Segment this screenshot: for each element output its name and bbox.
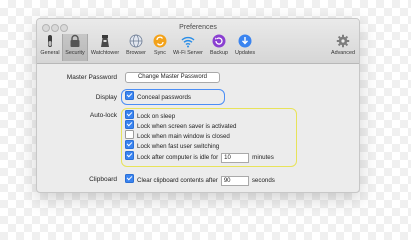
- checkbox[interactable]: [125, 151, 134, 160]
- lock-icon: [70, 34, 80, 47]
- change-master-password-button[interactable]: Change Master Password: [125, 72, 220, 83]
- tab-label: Watchtower: [90, 50, 120, 56]
- lock-window-closed-label: Lock when main window is closed: [137, 133, 230, 140]
- idle-unit-label: minutes: [252, 154, 274, 161]
- tab-label: Security: [65, 50, 85, 56]
- preferences-window: Preferences General Security Watchtower …: [36, 18, 360, 193]
- tab-label: Browser: [126, 50, 146, 56]
- clipboard-unit-label: seconds: [251, 177, 275, 184]
- checkbox[interactable]: [125, 110, 134, 119]
- tab-advanced[interactable]: Advanced: [329, 34, 357, 61]
- titlebar: Preferences General Security Watchtower …: [37, 19, 359, 64]
- lock-fast-user-switching-label: Lock when fast user switching: [137, 143, 220, 150]
- tab-backup[interactable]: Backup: [207, 34, 231, 61]
- gear-icon: [336, 34, 350, 48]
- checkbox[interactable]: [125, 130, 134, 139]
- conceal-passwords-label: Conceal passwords: [137, 94, 191, 101]
- tab-label: Advanced: [331, 50, 355, 56]
- watchtower-icon: [101, 35, 109, 47]
- lock-screensaver-label: Lock when screen saver is activated: [137, 123, 237, 130]
- lock-screensaver-checkbox[interactable]: Lock when screen saver is activated: [125, 120, 236, 130]
- tab-label: Updates: [234, 50, 256, 56]
- lock-fast-user-switching-checkbox[interactable]: Lock when fast user switching: [125, 140, 219, 150]
- lock-idle-checkbox[interactable]: Lock after computer is idle for 10 minutes: [125, 151, 274, 163]
- display-label: Display: [95, 94, 117, 101]
- tab-security[interactable]: Security: [62, 34, 88, 61]
- security-pane: Master Password Change Master Password D…: [37, 64, 359, 192]
- autolock-label: Auto-lock: [89, 112, 117, 119]
- clear-clipboard-checkbox[interactable]: Clear clipboard contents after 90 seconds: [125, 174, 275, 186]
- globe-icon: [129, 34, 143, 48]
- tab-wifi-server[interactable]: Wi-Fi Server: [171, 34, 205, 61]
- tab-general[interactable]: General: [38, 34, 62, 61]
- idle-minutes-input[interactable]: 10: [221, 153, 250, 163]
- tab-label: Wi-Fi Server: [173, 50, 203, 56]
- window-title: Preferences: [179, 24, 217, 31]
- master-password-label: Master Password: [66, 74, 117, 81]
- tab-watchtower[interactable]: Watchtower: [88, 34, 122, 61]
- tab-label: General: [40, 50, 60, 56]
- checkbox[interactable]: [125, 120, 134, 129]
- conceal-passwords-checkbox[interactable]: Conceal passwords: [125, 91, 191, 101]
- wifi-icon: [181, 36, 195, 48]
- switch-icon: [48, 35, 52, 47]
- lock-idle-label: Lock after computer is idle for: [137, 154, 219, 161]
- tab-updates[interactable]: Updates: [233, 34, 257, 61]
- checkbox[interactable]: [125, 174, 134, 183]
- tab-sync[interactable]: Sync: [150, 34, 170, 61]
- checkbox[interactable]: [125, 140, 134, 149]
- lock-on-sleep-label: Lock on sleep: [137, 113, 176, 120]
- download-icon: [238, 34, 252, 48]
- tab-label: Sync: [154, 50, 166, 56]
- clear-clipboard-label: Clear clipboard contents after: [137, 177, 218, 184]
- backup-icon: [212, 34, 226, 48]
- clipboard-label: Clipboard: [89, 176, 117, 183]
- tab-browser[interactable]: Browser: [124, 34, 148, 61]
- sync-icon: [153, 34, 167, 48]
- lock-on-sleep-checkbox[interactable]: Lock on sleep: [125, 110, 175, 120]
- tab-label: Backup: [210, 50, 228, 56]
- lock-window-closed-checkbox[interactable]: Lock when main window is closed: [125, 130, 230, 140]
- checkbox[interactable]: [125, 91, 134, 100]
- clipboard-seconds-input[interactable]: 90: [220, 176, 249, 186]
